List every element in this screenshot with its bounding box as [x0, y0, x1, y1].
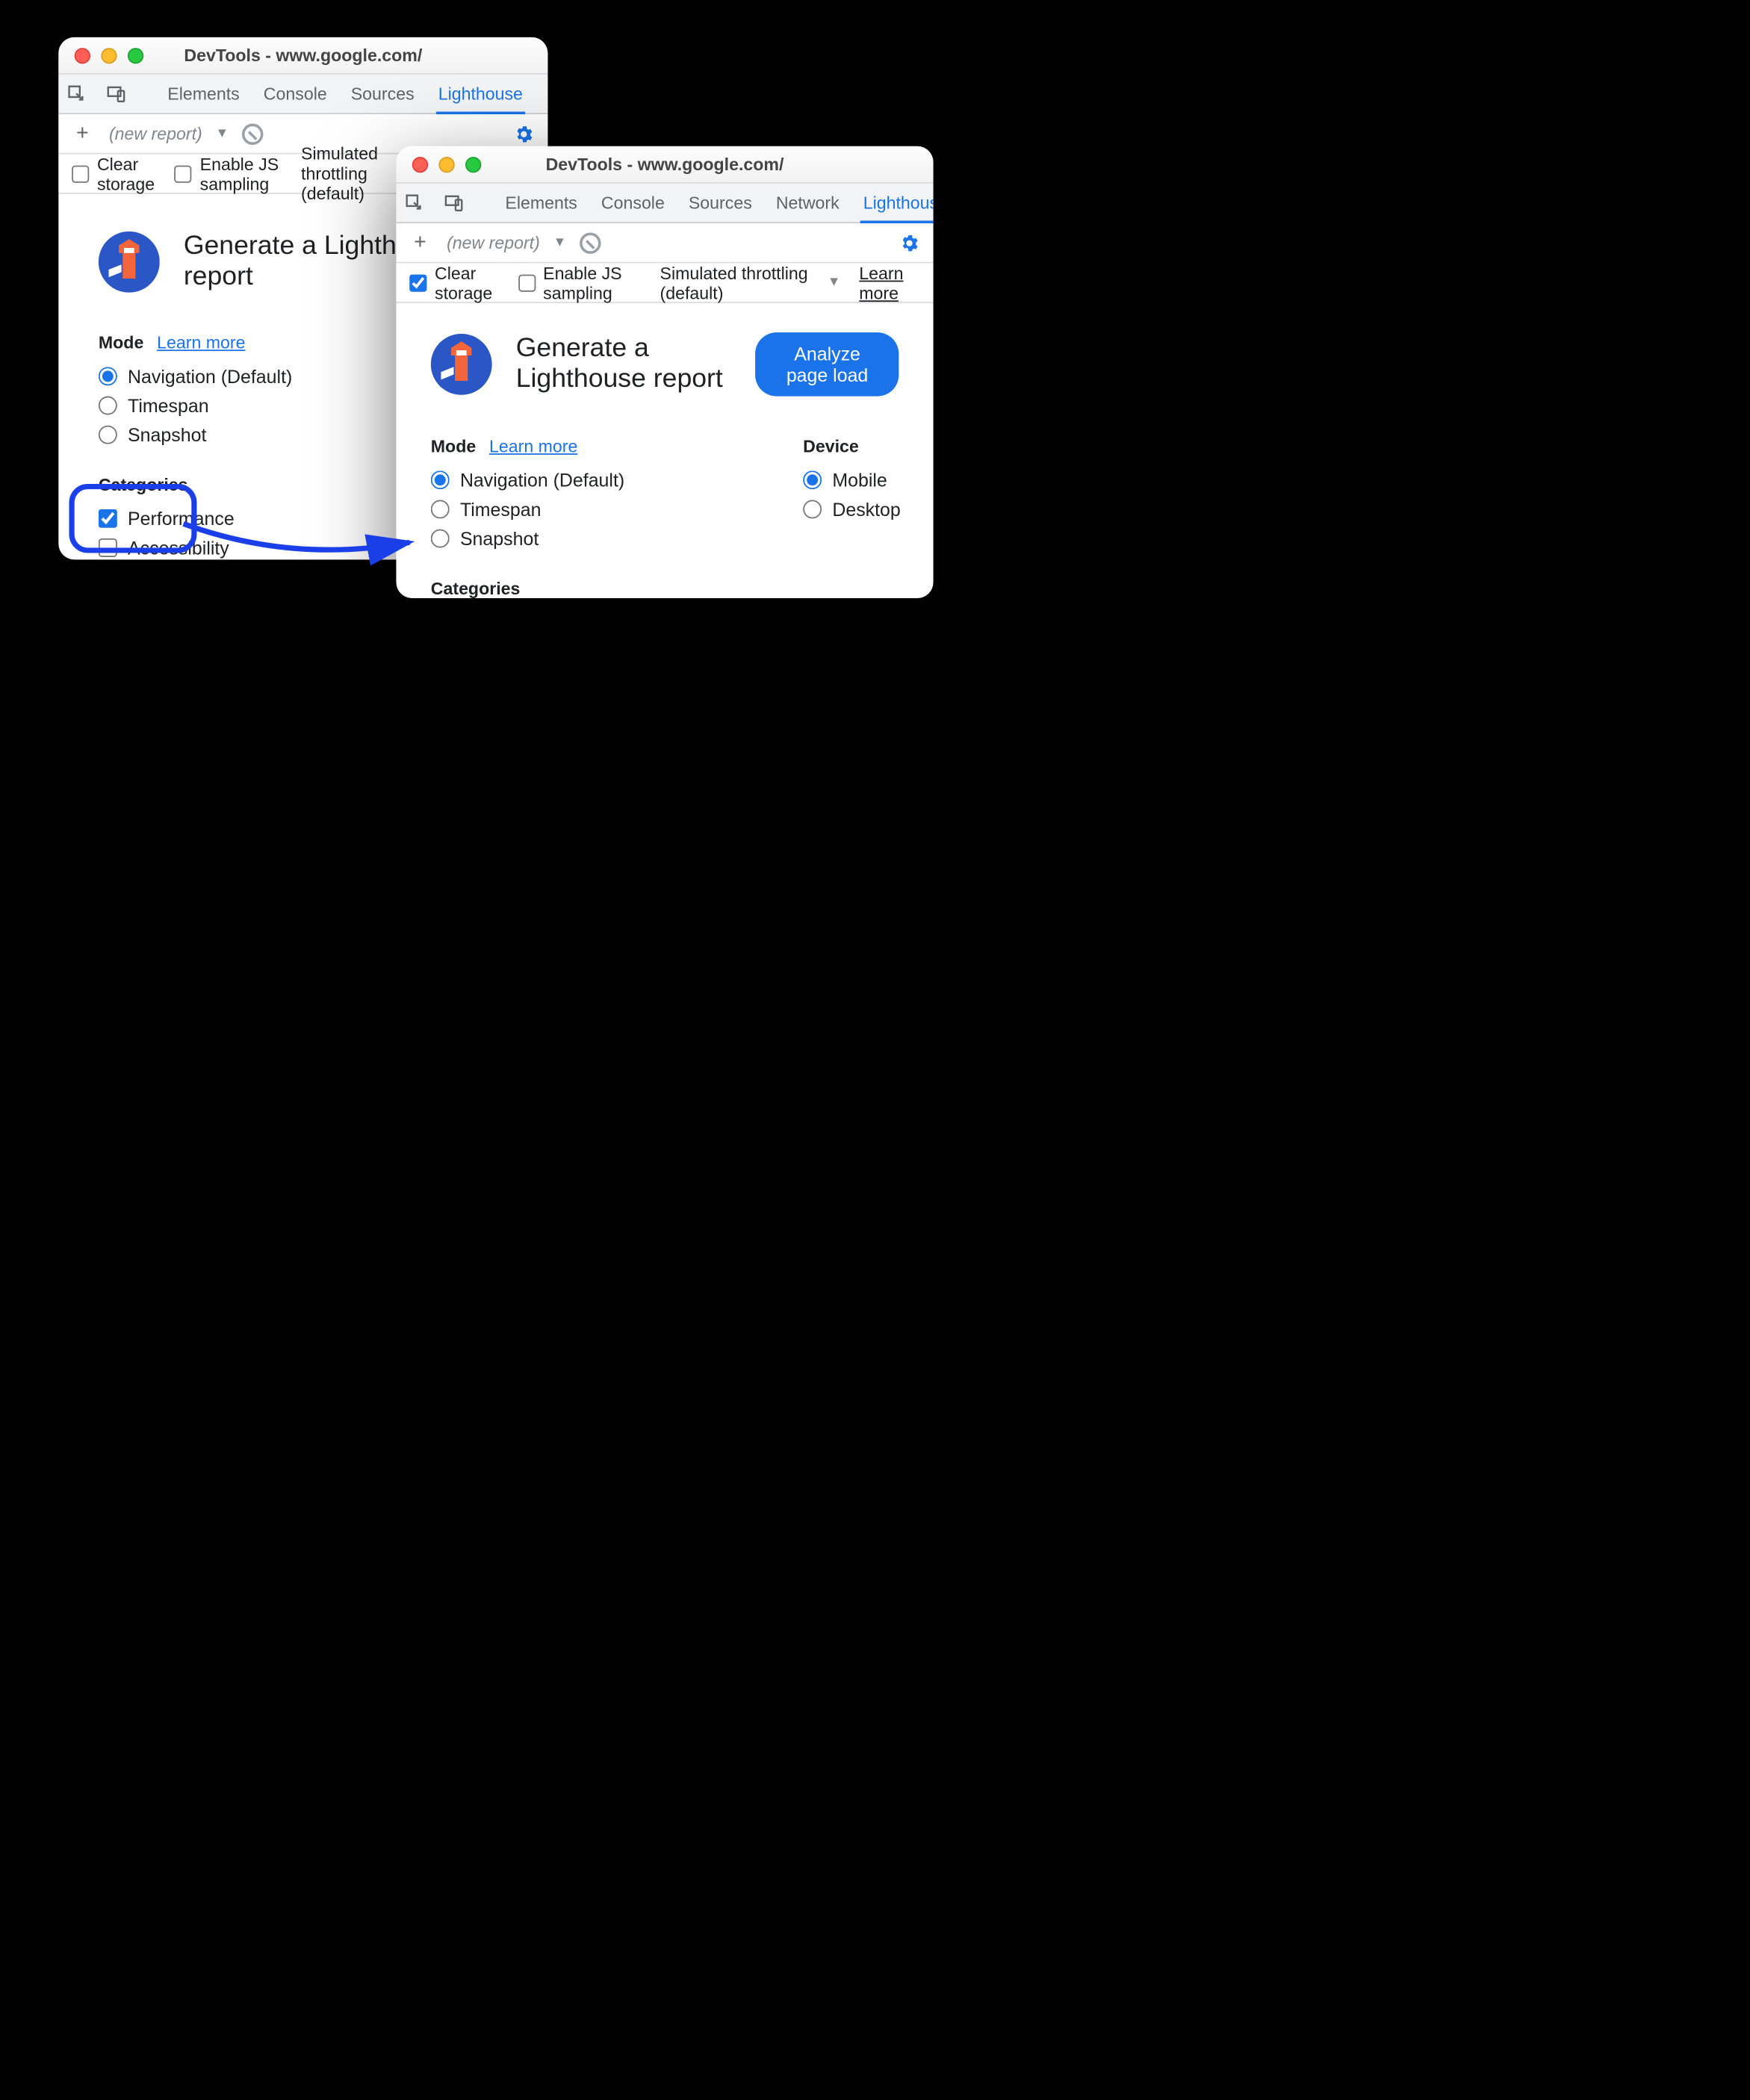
window-title: DevTools - www.google.com/ — [396, 154, 933, 174]
tabs-overflow[interactable]: » — [544, 75, 547, 114]
device-option[interactable]: Mobile — [803, 469, 901, 490]
clear-icon[interactable] — [580, 232, 601, 253]
mode-option[interactable]: Navigation (Default) — [99, 366, 311, 387]
mode-option[interactable]: Timespan — [431, 499, 657, 520]
device-toggle-icon[interactable] — [444, 190, 465, 217]
categories-title: Categories — [99, 474, 311, 494]
window-titlebar: DevTools - www.google.com/ — [396, 146, 933, 184]
tab-sources[interactable]: Sources — [686, 184, 754, 223]
category-option[interactable]: Performance — [99, 508, 311, 529]
new-report-plus-icon[interactable]: + — [407, 229, 434, 256]
report-selector[interactable]: (new report) — [109, 124, 202, 144]
tab-elements[interactable]: Elements — [165, 75, 243, 114]
mode-title: ModeLearn more — [99, 332, 311, 352]
throttling-dropdown-icon[interactable]: ▼ — [828, 275, 841, 290]
report-dropdown-icon[interactable]: ▼ — [215, 126, 229, 141]
mode-option[interactable]: Snapshot — [431, 528, 657, 549]
tab-lighthouse[interactable]: Lighthouse — [860, 184, 933, 223]
mode-option[interactable]: Snapshot — [99, 424, 311, 445]
new-report-plus-icon[interactable]: + — [69, 120, 96, 147]
device-toggle-icon[interactable] — [106, 81, 127, 108]
analyze-page-load-button[interactable]: Analyze page load — [756, 332, 899, 396]
lighthouse-logo-icon — [99, 232, 160, 293]
device-option[interactable]: Desktop — [803, 499, 901, 520]
throttling-learn-more-link[interactable]: Learn more — [859, 263, 919, 302]
lighthouse-settings-icon[interactable] — [896, 229, 923, 256]
window-title: DevTools - www.google.com/ — [58, 46, 547, 66]
devtools-tabstrip: ElementsConsoleSourcesNetworkLighthouse … — [396, 184, 933, 223]
lighthouse-settings-bar: Clear storage Enable JS sampling Simulat… — [396, 263, 933, 302]
tab-lighthouse[interactable]: Lighthouse — [435, 75, 525, 114]
lighthouse-logo-icon — [431, 334, 492, 395]
js-sampling-checkbox[interactable]: Enable JS sampling — [518, 263, 641, 302]
lighthouse-toolbar: + (new report) ▼ — [396, 223, 933, 263]
tab-console[interactable]: Console — [261, 75, 329, 114]
mode-learn-more-link[interactable]: Learn more — [157, 332, 245, 352]
report-selector[interactable]: (new report) — [447, 233, 540, 253]
devtools-tabstrip: ElementsConsoleSourcesLighthouse » 2 — [58, 75, 547, 114]
tab-network[interactable]: Network — [773, 184, 842, 223]
clear-storage-checkbox[interactable]: Clear storage — [72, 154, 156, 193]
tab-console[interactable]: Console — [598, 184, 667, 223]
mode-learn-more-link[interactable]: Learn more — [489, 436, 577, 456]
clear-storage-checkbox[interactable]: Clear storage — [409, 263, 499, 302]
mode-option[interactable]: Timespan — [99, 395, 311, 416]
tab-sources[interactable]: Sources — [348, 75, 417, 114]
throttling-label: Simulated throttling (default) — [660, 263, 809, 302]
clear-icon[interactable] — [242, 123, 263, 144]
tab-elements[interactable]: Elements — [503, 184, 580, 223]
page-heading: Generate a Lighthouse report — [516, 334, 732, 395]
mode-title: ModeLearn more — [431, 436, 657, 456]
inspect-icon[interactable] — [66, 81, 87, 108]
js-sampling-checkbox[interactable]: Enable JS sampling — [175, 154, 282, 193]
inspect-icon[interactable] — [404, 190, 425, 217]
category-option[interactable]: Accessibility — [99, 537, 311, 558]
window-titlebar: DevTools - www.google.com/ — [58, 37, 547, 75]
report-dropdown-icon[interactable]: ▼ — [553, 235, 567, 250]
mode-option[interactable]: Navigation (Default) — [431, 469, 657, 490]
categories-title: Categories — [431, 578, 657, 598]
device-title: Device — [803, 436, 901, 456]
lighthouse-settings-icon[interactable] — [511, 120, 538, 147]
